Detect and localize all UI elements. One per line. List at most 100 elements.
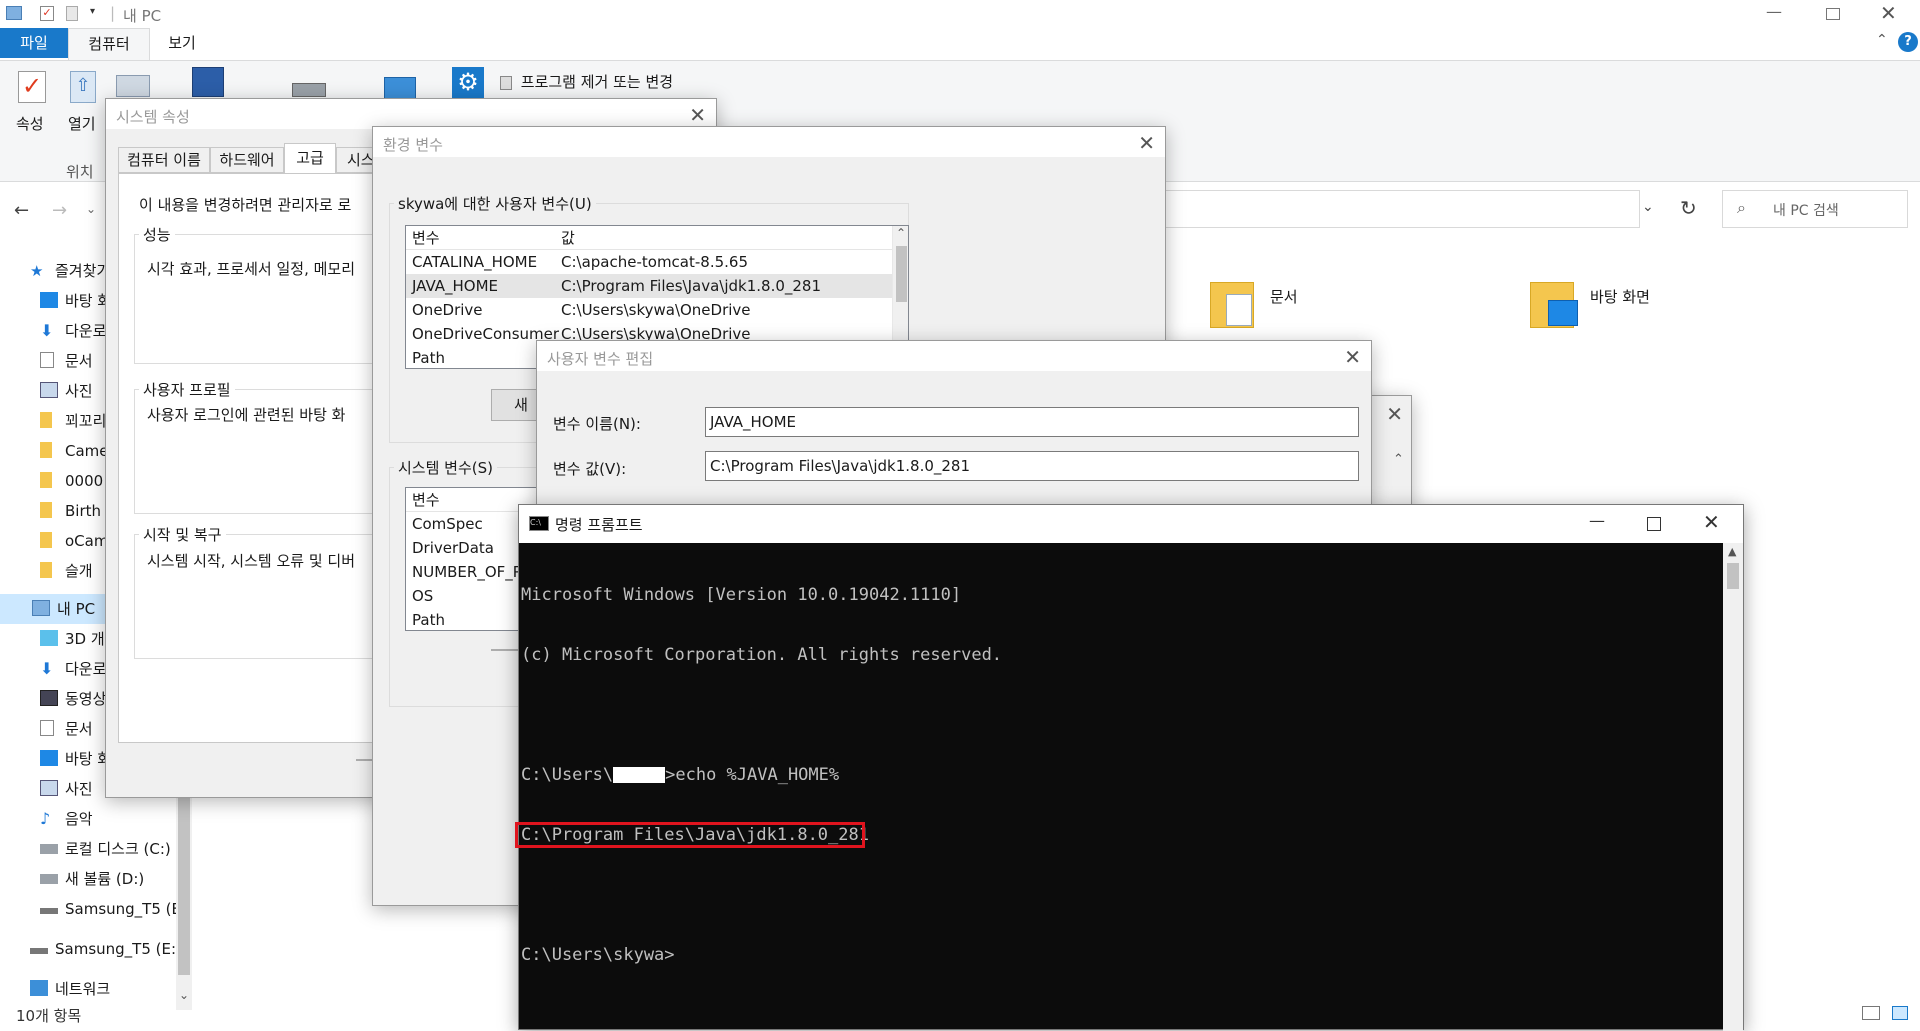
variable-name: DriverData (412, 539, 494, 557)
settings-gear-icon[interactable]: ⚙ (452, 67, 484, 99)
nav-label: 다운로 (65, 660, 107, 678)
scroll-down-icon[interactable]: ⌄ (179, 988, 189, 1002)
folder-desktop[interactable]: 바탕 화면 (1530, 280, 1690, 340)
drive-icon (40, 844, 58, 854)
scroll-up-icon[interactable]: ⌃ (1393, 452, 1404, 467)
media-server-icon[interactable] (192, 67, 224, 97)
minimize-icon[interactable]: — (1589, 511, 1605, 530)
cmd-app-icon: C:\ (529, 516, 549, 531)
edit-variable-titlebar: 사용자 변수 편집 ✕ (537, 341, 1371, 371)
console-line-copyright: (c) Microsoft Corporation. All rights re… (521, 645, 1003, 665)
uninstall-program-button[interactable]: 프로그램 제거 또는 변경 (500, 71, 673, 92)
close-icon[interactable]: ✕ (689, 103, 706, 127)
nav-scroll-thumb[interactable] (178, 790, 190, 975)
echo-command: >echo %JAVA_HOME% (665, 765, 840, 785)
column-header-variable[interactable]: 변수 (412, 226, 440, 250)
nav-label: 로컬 디스크 (C:) (65, 840, 171, 858)
variable-name: ComSpec (412, 515, 483, 533)
close-icon[interactable]: ✕ (1880, 1, 1897, 25)
star-icon: ★ (30, 262, 44, 280)
rename-icon[interactable] (116, 75, 150, 97)
variable-name: CATALINA_HOME (412, 253, 538, 271)
variable-value-field[interactable]: C:\Program Files\Java\jdk1.8.0_281 (705, 451, 1359, 481)
restore-icon[interactable] (1826, 8, 1840, 20)
console-output[interactable]: Microsoft Windows [Version 10.0.19042.11… (515, 545, 1721, 1025)
scroll-up-icon[interactable]: ▲ (1728, 545, 1736, 558)
quick-access-properties-icon[interactable]: ✓ (40, 6, 54, 21)
highlight-box (515, 822, 865, 848)
variable-value: C:\Users\skywa\OneDrive (561, 301, 751, 319)
edit-variable-title: 사용자 변수 편집 (547, 350, 654, 368)
properties-button[interactable]: ✓ 속성 (10, 69, 54, 139)
folder-icon (40, 472, 52, 488)
folder-documents-label: 문서 (1270, 288, 1298, 306)
music-icon: ♪ (40, 809, 51, 828)
nav-label: Birth (65, 502, 102, 520)
cmd-scrollbar[interactable]: ▲ (1723, 543, 1743, 1031)
minimize-icon[interactable]: — (1766, 2, 1782, 21)
address-bar[interactable]: ⌄ (1160, 190, 1654, 228)
scroll-thumb[interactable] (896, 246, 907, 302)
open-button[interactable]: ⇧ 열기 (64, 69, 108, 139)
close-icon[interactable]: ✕ (1344, 345, 1361, 369)
usb-drive-icon (40, 908, 58, 914)
list-header[interactable]: 변수 값 (406, 226, 908, 250)
quick-access-dropdown-icon[interactable]: ▾ (90, 6, 95, 17)
address-dropdown-icon[interactable]: ⌄ (1642, 199, 1654, 215)
close-icon[interactable]: ✕ (1138, 131, 1155, 155)
edit-user-variable-dialog: 사용자 변수 편집 ✕ 변수 이름(N): JAVA_HOME 변수 값(V):… (536, 340, 1372, 510)
tab-hardware[interactable]: 하드웨어 (210, 147, 284, 173)
ribbon-tab-view[interactable]: 보기 (160, 28, 204, 58)
env-vars-title: 환경 변수 (383, 136, 443, 154)
refresh-icon[interactable]: ↻ (1680, 196, 1697, 220)
ribbon-collapse-icon[interactable]: ⌃ (1876, 32, 1888, 48)
recent-dropdown-icon[interactable]: ⌄ (86, 202, 96, 216)
large-icons-view-icon[interactable] (1892, 1006, 1908, 1020)
nav-label: Came (65, 442, 109, 460)
search-box[interactable]: ⌕ 내 PC 검색 (1722, 190, 1908, 228)
system-variables-label: 시스템 변수(S) (394, 457, 497, 478)
cmd-title: 명령 프롬프트 (555, 516, 643, 534)
console-output-line: C:\Program Files\Java\jdk1.8.0_281 (515, 822, 1721, 848)
uninstall-label: 프로그램 제거 또는 변경 (520, 73, 674, 91)
column-header-value[interactable]: 값 (561, 226, 575, 250)
tab-computer-name[interactable]: 컴퓨터 이름 (118, 147, 210, 173)
forward-arrow-icon[interactable]: → (52, 200, 67, 221)
cube-icon (40, 630, 58, 646)
list-item[interactable]: CATALINA_HOME C:\apache-tomcat-8.5.65 (406, 250, 908, 274)
ribbon-tab-computer[interactable]: 컴퓨터 (68, 28, 150, 60)
explorer-titlebar: ✓ ▾ | 내 PC — ✕ (0, 0, 1920, 28)
list-item-selected[interactable]: JAVA_HOME C:\Program Files\Java\jdk1.8.0_… (406, 274, 908, 298)
desktop-screen-icon (1548, 300, 1578, 326)
close-icon[interactable]: ✕ (1386, 402, 1403, 426)
close-icon[interactable]: ✕ (1703, 510, 1720, 534)
folder-icon (40, 502, 52, 518)
quick-access-new-folder-icon[interactable] (66, 6, 78, 21)
folder-icon (40, 562, 52, 578)
scroll-up-icon[interactable]: ⌃ (896, 226, 906, 240)
download-icon: ⬇ (40, 321, 54, 340)
tab-advanced[interactable]: 고급 (284, 143, 336, 174)
nav-label: 문서 (65, 720, 93, 738)
drive-icon (40, 874, 58, 884)
variable-name-field[interactable]: JAVA_HOME (705, 407, 1359, 437)
nav-label: 다운로 (65, 322, 107, 340)
help-icon[interactable]: ? (1898, 32, 1918, 52)
startup-recovery-desc: 시스템 시작, 시스템 오류 및 디버 (147, 552, 356, 570)
folder-documents[interactable]: 문서 (1210, 280, 1360, 340)
details-view-icon[interactable] (1862, 1006, 1880, 1020)
nav-label: 꾀꼬리 (65, 412, 107, 430)
system-properties-titlebar: 시스템 속성 ✕ (106, 99, 716, 129)
back-arrow-icon[interactable]: ← (14, 200, 29, 221)
network-drive-icon[interactable] (292, 83, 326, 97)
list-item[interactable]: OneDrive C:\Users\skywa\OneDrive (406, 298, 908, 322)
column-header-variable[interactable]: 변수 (412, 488, 440, 512)
ribbon-tab-file[interactable]: 파일 (0, 28, 68, 58)
nav-scrollbar[interactable]: ⌄ (176, 790, 192, 1010)
scroll-thumb[interactable] (1727, 563, 1739, 589)
maximize-icon[interactable] (1647, 517, 1661, 531)
command-prompt-window: C:\ 명령 프롬프트 — ✕ Microsoft Windows [Versi… (515, 504, 1744, 1031)
nav-label: Samsung_T5 (E:) (65, 900, 192, 918)
explorer-app-icon (6, 6, 22, 20)
